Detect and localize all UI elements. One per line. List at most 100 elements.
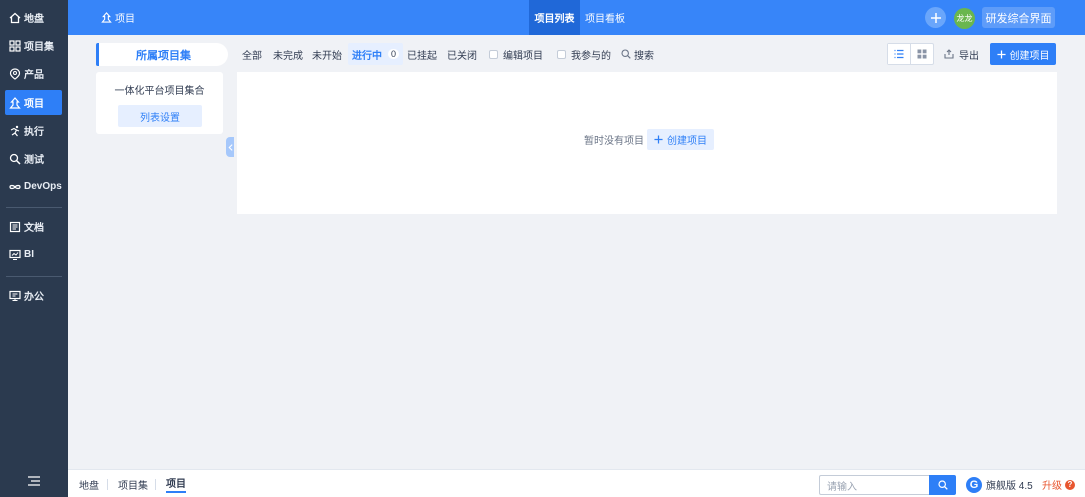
- help-icon: ?: [1065, 479, 1075, 490]
- program-set-name[interactable]: 一体化平台项目集合: [96, 82, 223, 97]
- sidebar-item-execution[interactable]: 执行: [5, 118, 62, 143]
- search-toggle[interactable]: 搜索: [621, 43, 654, 65]
- monitor-icon: [9, 249, 21, 261]
- quick-create-button[interactable]: [925, 7, 946, 28]
- sidebar-item-doc[interactable]: 文档: [5, 214, 62, 239]
- breadcrumb-dashboard[interactable]: 地盘: [79, 470, 99, 497]
- filter-in-progress[interactable]: 进行中 0: [348, 43, 404, 65]
- sidebar-item-label: DevOps: [24, 181, 62, 192]
- doc-icon: [9, 221, 21, 233]
- breadcrumb-project[interactable]: 项目: [166, 470, 186, 497]
- breadcrumb-separator: [155, 479, 156, 490]
- breadcrumb-program[interactable]: 项目集: [118, 470, 148, 497]
- sidebar-divider: [6, 276, 62, 277]
- plus-icon: [996, 49, 1006, 59]
- footer-search-input[interactable]: 请输入: [819, 475, 929, 495]
- grid-icon: [917, 49, 927, 59]
- sidebar-item-label: 项目: [24, 99, 44, 110]
- create-project-button[interactable]: 创建项目: [990, 43, 1056, 65]
- search-label: 搜索: [634, 50, 654, 62]
- header-title: 项目: [101, 0, 135, 35]
- plus-icon: [654, 135, 663, 144]
- list-icon: [894, 49, 904, 59]
- menu-toggle-icon[interactable]: [27, 475, 41, 487]
- upgrade-label: 升级: [1042, 481, 1062, 492]
- program-set-tab[interactable]: 所属项目集: [96, 43, 228, 66]
- footer-search-button[interactable]: [929, 475, 956, 495]
- search-icon: [937, 480, 948, 490]
- avatar[interactable]: 龙龙: [954, 8, 975, 29]
- checkbox-label: 我参与的: [571, 50, 611, 62]
- sidebar-item-label: 文档: [24, 223, 44, 234]
- filter-all[interactable]: 全部: [242, 43, 262, 65]
- export-label: 导出: [959, 50, 979, 62]
- search-icon: [621, 49, 631, 59]
- checkbox[interactable]: [557, 49, 566, 59]
- upgrade-link[interactable]: 升级 ?: [1042, 474, 1075, 495]
- empty-state: 暂时没有项目 创建项目: [584, 129, 714, 150]
- footer-bar: 地盘 项目集 项目 请输入 G 旗舰版 4.5 升级 ?: [68, 469, 1085, 497]
- project-icon: [101, 12, 112, 23]
- sidebar-item-test[interactable]: 测试: [5, 146, 62, 171]
- empty-create-project-button[interactable]: 创建项目: [647, 129, 714, 150]
- export-button[interactable]: 导出: [944, 43, 979, 65]
- tab-label: 项目列表: [534, 14, 575, 25]
- sidebar-item-project[interactable]: 项目: [5, 90, 62, 115]
- create-label: 创建项目: [1009, 50, 1050, 62]
- sidebar-item-label: 地盘: [24, 14, 44, 25]
- sidebar-item-office[interactable]: 办公: [5, 283, 62, 308]
- sidebar-item-label: 产品: [24, 70, 44, 81]
- tab-project-kanban[interactable]: 项目看板: [580, 0, 630, 35]
- filter-not-started[interactable]: 未开始: [312, 43, 342, 65]
- sidebar-item-label: 项目集: [24, 42, 54, 53]
- sidebar-item-devops[interactable]: DevOps: [5, 174, 62, 199]
- sidebar-item-program[interactable]: 项目集: [5, 33, 62, 58]
- checkbox-label: 编辑项目: [503, 50, 543, 62]
- breadcrumb-label: 地盘: [79, 480, 99, 492]
- count-badge: 0: [388, 49, 400, 59]
- filter-undone[interactable]: 未完成: [273, 43, 303, 65]
- card-view-button[interactable]: [911, 44, 933, 64]
- filter-label: 进行中: [352, 50, 382, 62]
- breadcrumb-separator: [107, 479, 108, 490]
- plus-icon: [930, 12, 941, 23]
- empty-message: 暂时没有项目: [584, 136, 644, 147]
- edition-info[interactable]: G 旗舰版 4.5: [966, 474, 1033, 495]
- zentao-logo-icon: G: [966, 476, 982, 493]
- program-set-panel: 一体化平台项目集合 列表设置: [96, 72, 223, 134]
- sidebar-divider: [6, 207, 62, 208]
- top-header: 项目 项目列表 项目看板 龙龙 研发综合界面: [68, 0, 1085, 35]
- project-icon: [9, 96, 21, 109]
- edit-project-checkbox[interactable]: 编辑项目: [489, 43, 543, 65]
- list-view-button[interactable]: [888, 44, 911, 64]
- tab-project-list[interactable]: 项目列表: [529, 0, 580, 35]
- sidebar-item-label: BI: [24, 249, 34, 260]
- chevron-left-icon: [227, 143, 233, 151]
- sidebar-item-dashboard[interactable]: 地盘: [5, 5, 62, 30]
- sidebar-item-product[interactable]: 产品: [5, 61, 62, 86]
- filter-suspended[interactable]: 已挂起: [407, 43, 437, 65]
- list-settings-button[interactable]: 列表设置: [118, 105, 202, 127]
- breadcrumb-label: 项目: [166, 475, 186, 493]
- office-icon: [9, 290, 21, 302]
- sidebar-item-label: 办公: [24, 292, 44, 303]
- org-switch-button[interactable]: 研发综合界面: [982, 7, 1055, 28]
- sidebar: 地盘 项目集 产品 项目 执行 测试 DevOps 文档 BI 办公: [0, 0, 68, 497]
- breadcrumb-label: 项目集: [118, 480, 148, 492]
- checkbox[interactable]: [489, 49, 498, 59]
- involved-checkbox[interactable]: 我参与的: [557, 43, 611, 65]
- collapse-panel-handle[interactable]: [226, 137, 234, 157]
- sidebar-item-bi[interactable]: BI: [5, 242, 62, 267]
- filter-closed[interactable]: 已关闭: [447, 43, 477, 65]
- sidebar-item-label: 执行: [24, 127, 44, 138]
- test-icon: [9, 153, 21, 165]
- run-icon: [9, 125, 21, 137]
- view-switcher: [887, 43, 934, 65]
- edition-label: 旗舰版 4.5: [986, 481, 1033, 492]
- grid-icon: [9, 39, 21, 52]
- create-label: 创建项目: [667, 136, 707, 147]
- header-title-label: 项目: [115, 14, 135, 25]
- product-icon: [9, 67, 21, 80]
- home-icon: [9, 12, 21, 24]
- export-icon: [944, 49, 954, 59]
